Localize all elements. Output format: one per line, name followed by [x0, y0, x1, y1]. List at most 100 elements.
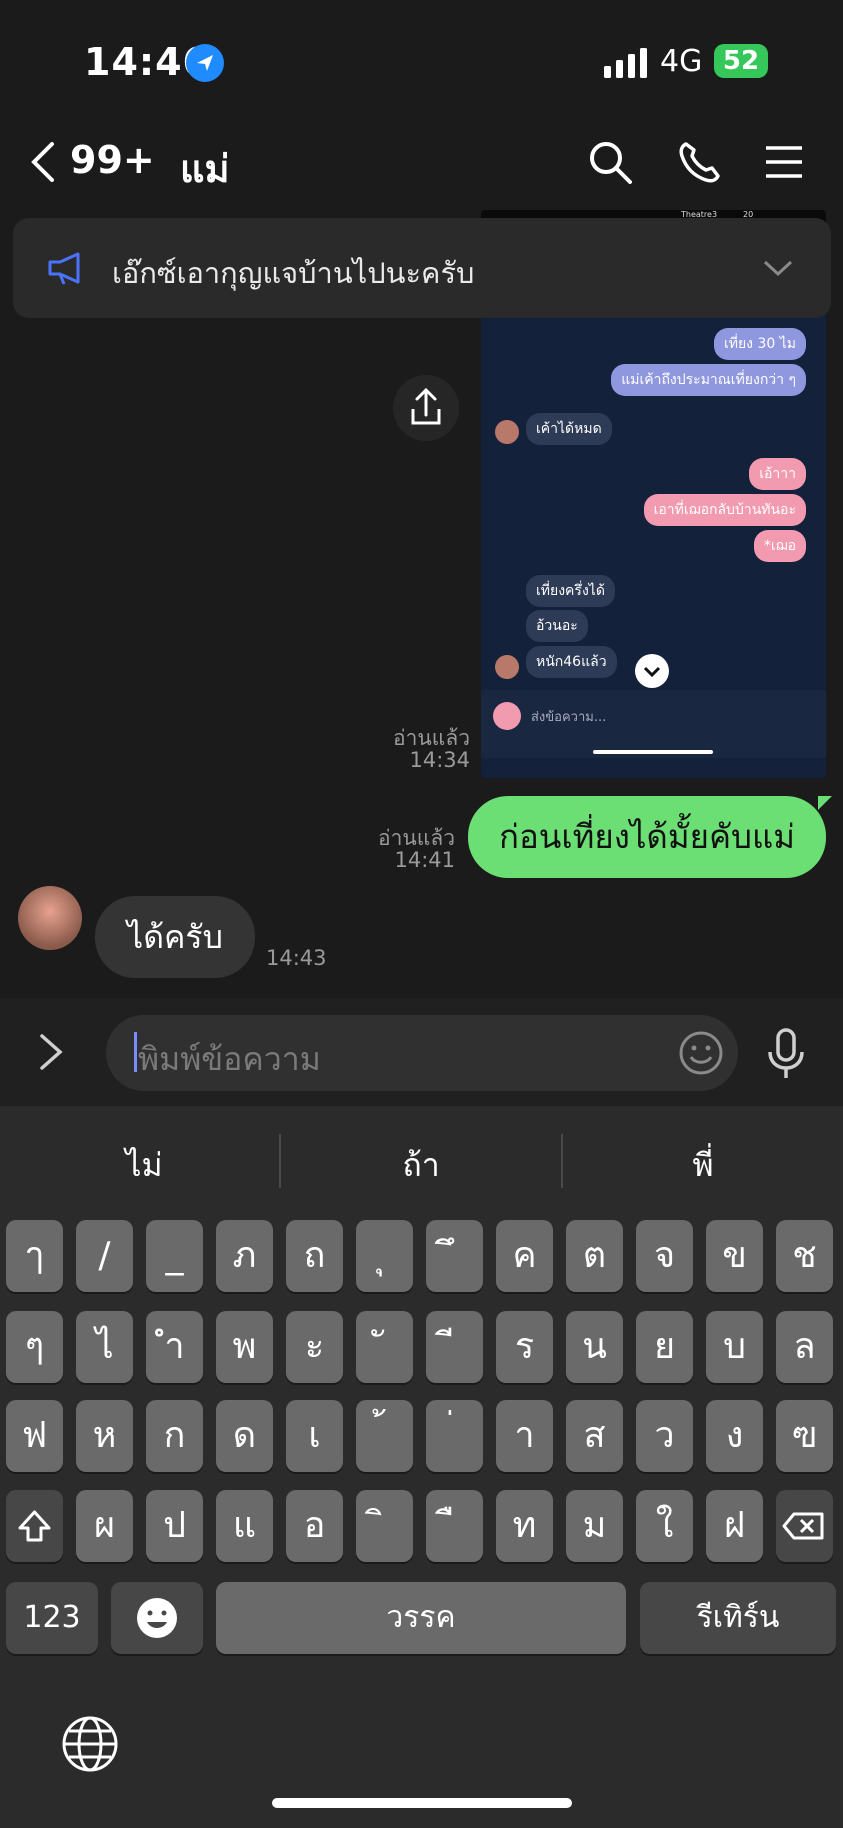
shift-icon [18, 1510, 51, 1542]
key[interactable]: ล [776, 1311, 833, 1383]
image-bubble: เที่ยงครึ่งได้ [526, 575, 615, 607]
home-indicator [272, 1798, 572, 1808]
key[interactable]: ค [496, 1220, 553, 1292]
key[interactable]: ฟ [6, 1400, 63, 1472]
backspace-key[interactable] [776, 1490, 833, 1562]
globe-icon[interactable] [60, 1714, 120, 1774]
key[interactable]: ม [566, 1490, 623, 1562]
battery-indicator: 52 [714, 44, 768, 78]
image-avatar [495, 655, 519, 679]
key[interactable]: อ [286, 1490, 343, 1562]
chevron-down-icon[interactable] [762, 258, 794, 278]
signal-icon [604, 48, 647, 78]
key[interactable]: ย [636, 1311, 693, 1383]
message-time: 14:43 [266, 946, 327, 970]
image-bubble: *เฌอ [753, 530, 806, 562]
image-bubble: แม่เค้าถึงประมาณเที่ยงกว่า ๆ [611, 364, 806, 396]
emoji-key[interactable] [111, 1582, 203, 1654]
image-bubble: เค้าได้หมด [526, 413, 612, 445]
numbers-key[interactable]: 123 [6, 1582, 98, 1654]
announcement-text: เอ๊กซ์เอากุญแจบ้านไปนะครับ [112, 256, 475, 290]
image-scroll-down-icon [635, 654, 669, 688]
image-input-placeholder: ส่งข้อความ... [531, 710, 607, 725]
key[interactable]: ร [496, 1311, 553, 1383]
text-cursor [134, 1032, 137, 1072]
outgoing-message-bubble[interactable]: ก่อนเที่ยงได้มั้ยคับแม่ [468, 796, 826, 878]
key[interactable]: ไ [76, 1311, 133, 1383]
emoji-icon[interactable] [678, 1030, 724, 1076]
key[interactable]: ฃ [776, 1400, 833, 1472]
key[interactable]: _ [146, 1220, 203, 1292]
message-input-placeholder: พิมพ์ข้อความ [138, 1040, 321, 1078]
share-button[interactable] [393, 375, 459, 441]
key[interactable]: ะ [286, 1311, 343, 1383]
key[interactable]: น [566, 1311, 623, 1383]
key[interactable]: ท [496, 1490, 553, 1562]
key[interactable]: ้ [356, 1400, 413, 1472]
key[interactable]: ง [706, 1400, 763, 1472]
backspace-icon [782, 1512, 824, 1540]
microphone-icon[interactable] [766, 1028, 806, 1080]
megaphone-icon [48, 252, 80, 285]
key[interactable]: ใ [636, 1490, 693, 1562]
key[interactable]: ถ [286, 1220, 343, 1292]
image-bubble: เอาที่เฌอกลับบ้านทันอะ [643, 494, 806, 526]
shift-key[interactable] [6, 1490, 63, 1562]
key[interactable]: บ [706, 1311, 763, 1383]
return-key[interactable]: รีเทิร์น [640, 1582, 836, 1654]
key[interactable]: ุ [356, 1220, 413, 1292]
key[interactable]: เ [286, 1400, 343, 1472]
message-time: 14:41 [394, 848, 455, 872]
search-icon[interactable] [586, 138, 634, 186]
image-bubble: เที่ยง 30 ไม [713, 328, 806, 360]
suggestion-3[interactable]: พี่ [563, 1140, 843, 1191]
key[interactable]: ่ [426, 1400, 483, 1472]
message-time: 14:34 [409, 748, 470, 772]
key[interactable]: ว [636, 1400, 693, 1472]
emoji-face-icon [137, 1598, 177, 1638]
key[interactable]: ห [76, 1400, 133, 1472]
image-bubble: หนัก46แล้ว [526, 646, 617, 678]
network-type: 4G [660, 44, 703, 79]
key[interactable]: ผ [76, 1490, 133, 1562]
menu-icon[interactable] [760, 138, 808, 186]
back-icon[interactable] [28, 142, 58, 182]
key[interactable]: แ [216, 1490, 273, 1562]
suggestion-2[interactable]: ถ้า [281, 1140, 561, 1191]
key[interactable]: ภ [216, 1220, 273, 1292]
key[interactable]: ป [146, 1490, 203, 1562]
key[interactable]: ก [146, 1400, 203, 1472]
key[interactable]: า [496, 1400, 553, 1472]
image-home-indicator [593, 750, 713, 754]
image-avatar [495, 420, 519, 444]
share-icon [411, 387, 441, 425]
key[interactable]: ึ [426, 1220, 483, 1292]
image-bubble: เอ้าาา [749, 458, 806, 490]
key[interactable]: ฝ [706, 1490, 763, 1562]
key[interactable]: ิ [356, 1490, 413, 1562]
key[interactable]: / [76, 1220, 133, 1292]
key[interactable]: ี [426, 1311, 483, 1383]
key[interactable]: ำ [146, 1311, 203, 1383]
key[interactable]: ต [566, 1220, 623, 1292]
key[interactable]: ส [566, 1400, 623, 1472]
image-bubble: อ้วนอะ [526, 610, 588, 642]
key[interactable]: ๅ [6, 1220, 63, 1292]
avatar[interactable] [18, 886, 82, 950]
key[interactable]: ื [426, 1490, 483, 1562]
key[interactable]: ช [776, 1220, 833, 1292]
location-icon [186, 44, 224, 82]
phone-icon[interactable] [676, 138, 724, 186]
space-key[interactable]: วรรค [216, 1582, 626, 1654]
key[interactable]: ด [216, 1400, 273, 1472]
expand-icon[interactable] [38, 1032, 64, 1072]
unread-count[interactable]: 99+ [70, 138, 155, 182]
key[interactable]: จ [636, 1220, 693, 1292]
key[interactable]: ข [706, 1220, 763, 1292]
incoming-message-bubble[interactable]: ได้ครับ [95, 896, 255, 978]
key[interactable]: ั [356, 1311, 413, 1383]
key[interactable]: พ [216, 1311, 273, 1383]
suggestion-1[interactable]: ไม่ [4, 1140, 284, 1191]
key[interactable]: ๆ [6, 1311, 63, 1383]
image-camera-icon [493, 702, 521, 730]
